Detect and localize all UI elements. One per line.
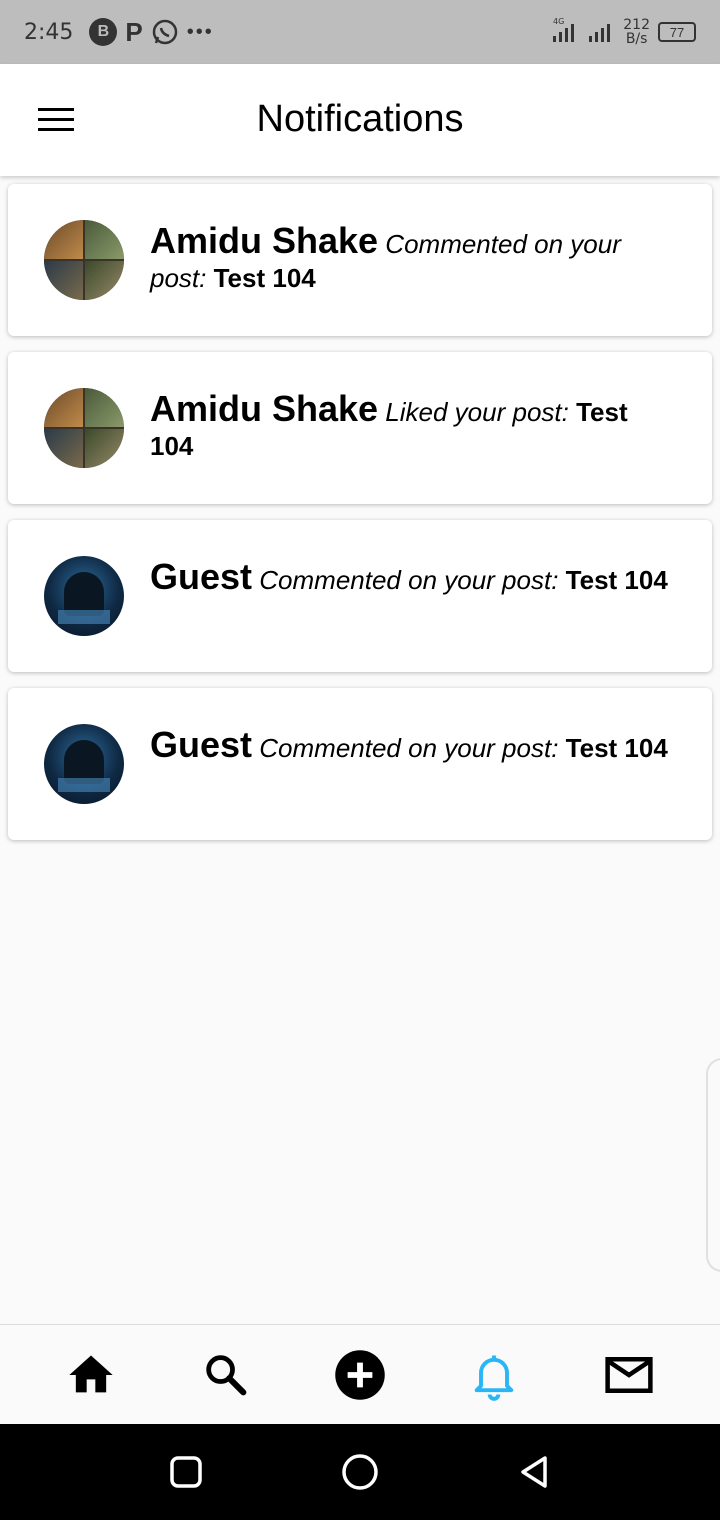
battery-icon: 77 [658, 22, 696, 42]
more-notifications-icon: ••• [186, 20, 214, 43]
whatsapp-icon [151, 18, 179, 46]
status-bar: 2:45 B P ••• 4G 212 B/s 77 [0, 0, 720, 64]
svg-text:4G: 4G [553, 17, 564, 26]
post-title: Test 104 [213, 263, 316, 293]
status-time: 2:45 [24, 19, 74, 45]
notification-item[interactable]: Guest Commented on your post: Test 104 [8, 520, 712, 672]
notification-action: Commented on your post: [259, 733, 559, 763]
notification-text: Amidu Shake Liked your post: Test 104 [150, 391, 670, 463]
recents-icon[interactable] [161, 1447, 211, 1497]
system-navigation-bar [0, 1424, 720, 1520]
p-app-icon: P [125, 16, 143, 47]
notification-text: Amidu Shake Commented on your post: Test… [150, 223, 670, 295]
app-bar: Notifications [0, 64, 720, 176]
avatar [44, 388, 124, 468]
avatar [44, 220, 124, 300]
signal-4g-icon: 4G [551, 16, 579, 49]
notification-action: Liked your post: [385, 397, 569, 427]
notification-list: Amidu Shake Commented on your post: Test… [8, 184, 712, 856]
speed-value: 212 [623, 17, 650, 33]
avatar [44, 724, 124, 804]
search-icon[interactable] [190, 1339, 262, 1411]
signal-icon [587, 16, 615, 49]
user-name: Guest [150, 556, 253, 597]
post-title: Test 104 [565, 733, 668, 763]
back-icon[interactable] [509, 1447, 559, 1497]
b-app-icon: B [89, 18, 118, 46]
user-name: Guest [150, 724, 253, 765]
notification-item[interactable]: Guest Commented on your post: Test 104 [8, 688, 712, 840]
mail-icon[interactable] [593, 1339, 665, 1411]
speed-unit: B/s [625, 31, 648, 47]
page-title: Notifications [256, 98, 464, 140]
add-icon[interactable] [324, 1339, 396, 1411]
user-name: Amidu Shake [150, 220, 379, 261]
bell-icon[interactable] [458, 1339, 530, 1411]
edge-panel-handle[interactable] [706, 1058, 720, 1272]
user-name: Amidu Shake [150, 388, 379, 429]
home-icon[interactable] [55, 1339, 127, 1411]
notification-item[interactable]: Amidu Shake Liked your post: Test 104 [8, 352, 712, 504]
bottom-navigation [0, 1324, 720, 1424]
notification-text: Guest Commented on your post: Test 104 [150, 727, 670, 765]
home-circle-icon[interactable] [335, 1447, 385, 1497]
avatar [44, 556, 124, 636]
battery-level: 77 [669, 24, 685, 40]
network-speed: 212 B/s [623, 18, 650, 46]
notification-item[interactable]: Amidu Shake Commented on your post: Test… [8, 184, 712, 336]
notification-action: Commented on your post: [259, 565, 559, 595]
post-title: Test 104 [565, 565, 668, 595]
notification-text: Guest Commented on your post: Test 104 [150, 559, 670, 597]
